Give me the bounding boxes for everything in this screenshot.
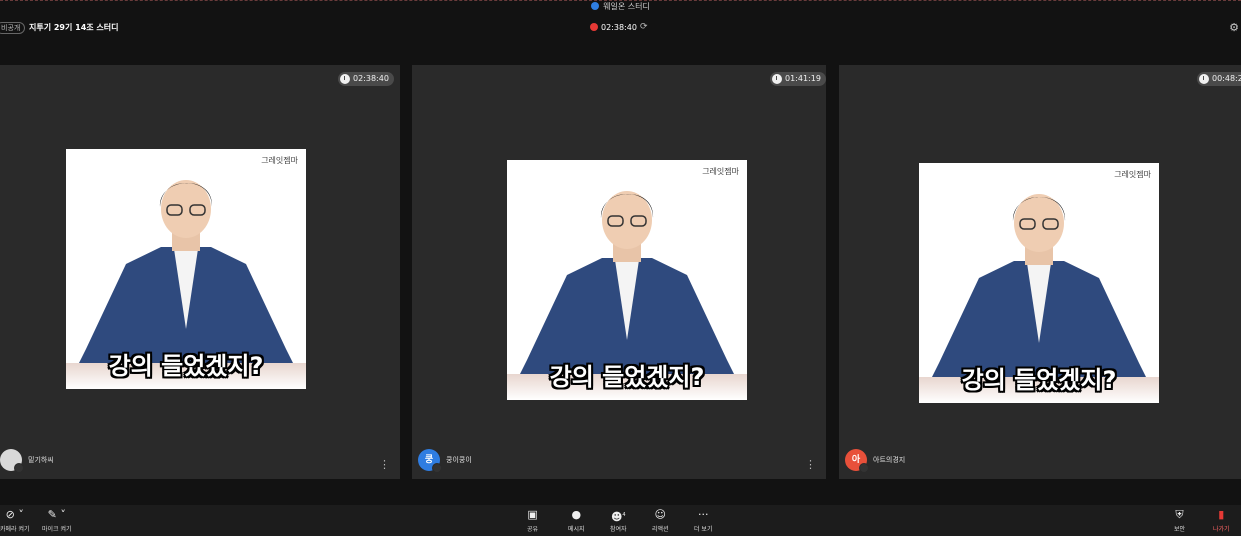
participant-photo: 그레잇젬마 강의 들었겠지?: [507, 160, 747, 400]
reaction-button[interactable]: ☺ 리액션: [652, 508, 669, 533]
whale-logo-icon: [591, 2, 600, 10]
participant-timer-text: 00:48:24: [1212, 74, 1241, 83]
mic-muted-icon: [859, 463, 869, 473]
participant-name-row: 쿵 쿵이쿵이: [418, 449, 472, 473]
refresh-icon[interactable]: ⟳: [640, 22, 648, 32]
photo-caption: 강의 들었겠지?: [108, 352, 264, 380]
leave-label: 나가기: [1213, 526, 1230, 533]
more-options-icon[interactable]: ⋮: [379, 458, 390, 471]
participant-name-row: 밑기하씨: [0, 449, 54, 473]
participant-photo: 그레잇젬마 강의 들었겠지?: [66, 149, 306, 389]
participants-count: 4: [622, 512, 626, 518]
participant-timer: 01:41:19: [770, 72, 826, 86]
more-options-icon[interactable]: ⋮: [805, 458, 816, 471]
message-label: 메시지: [568, 526, 585, 533]
elapsed-time: 02:38:40: [601, 22, 637, 32]
participant-tile[interactable]: 00:48:24 그레잇젬마 강의 들었겠지? 아 아트의경지: [839, 65, 1241, 479]
avatar-letter: 쿵: [424, 455, 434, 465]
share-button[interactable]: ▣ 공유: [527, 508, 538, 533]
security-label: 보안: [1174, 526, 1186, 533]
clock-icon: [340, 74, 350, 84]
meeting-header: 비공개 지투기 29기 14조 스터디 02:38:40 ⟳ ⚙: [0, 14, 1241, 40]
participant-tile[interactable]: 02:38:40 그레잇젬마 강의 들었겠지? 밑기하씨 ⋮: [0, 65, 400, 479]
ellipsis-icon: ···: [697, 508, 709, 521]
settings-sliders-icon[interactable]: ⚙: [1229, 21, 1239, 34]
share-label: 공유: [527, 526, 539, 533]
mic-off-icon: ✎ ˅: [47, 508, 66, 521]
leave-button[interactable]: ▮ 나가기: [1213, 508, 1230, 533]
clock-icon: [772, 74, 782, 84]
mic-toggle-label: 마이크 켜기: [42, 526, 72, 533]
avatar: 쿵: [418, 449, 442, 473]
smile-icon: ☺: [654, 508, 667, 521]
participants-button[interactable]: ☻4 참여자: [610, 508, 627, 533]
more-button[interactable]: ··· 더 보기: [694, 508, 712, 533]
shield-icon: ⛨: [1175, 508, 1184, 521]
photo-caption: 강의 들었겠지?: [549, 363, 705, 391]
participant-timer-text: 01:41:19: [785, 74, 821, 83]
recording-icon: [590, 23, 598, 31]
clock-icon: [1199, 74, 1209, 84]
message-button[interactable]: ● 메시지: [568, 508, 585, 533]
people-icon: ☻4: [610, 510, 626, 524]
participant-tile[interactable]: 01:41:19 그레잇젬마 강의 들었겠지? 쿵 쿵이쿵이 ⋮: [412, 65, 826, 479]
room-title: 지투기 29기 14조 스터디: [29, 23, 119, 32]
participant-photo: 그레잇젬마 강의 들었겠지?: [919, 163, 1159, 403]
avatar-letter: 아: [851, 455, 861, 465]
avatar: [0, 449, 24, 473]
chat-bubble-icon: ●: [571, 508, 582, 521]
app-title: 웨일온 스터디: [0, 1, 1241, 12]
mic-toggle-button[interactable]: ✎ ˅ 마이크 켜기: [42, 508, 72, 533]
share-screen-icon: ▣: [527, 508, 538, 521]
mic-muted-icon: [432, 463, 442, 473]
participant-timer: 00:48:24: [1197, 72, 1241, 86]
participant-name-row: 아 아트의경지: [845, 449, 906, 473]
more-label: 더 보기: [694, 526, 713, 533]
participant-name: 아트의경지: [873, 456, 906, 464]
participants-label: 참여자: [610, 526, 627, 533]
reaction-label: 리액션: [652, 526, 669, 533]
exit-door-icon: ▮: [1218, 508, 1225, 521]
camera-toggle-label: 카메라 켜기: [0, 526, 30, 533]
mic-muted-icon: [14, 463, 24, 473]
participant-name: 밑기하씨: [28, 456, 54, 464]
camera-toggle-button[interactable]: ⊘ ˅ 카메라 켜기: [0, 508, 30, 533]
app-title-text: 웨일온 스터디: [603, 2, 650, 11]
participant-name: 쿵이쿵이: [446, 456, 472, 464]
participant-timer-text: 02:38:40: [353, 74, 389, 83]
elapsed-timer: 02:38:40 ⟳: [590, 22, 647, 32]
participant-timer: 02:38:40: [338, 72, 394, 86]
camera-off-icon: ⊘ ˅: [5, 508, 24, 521]
photo-caption: 강의 들었겠지?: [961, 366, 1117, 394]
private-badge: 비공개: [0, 22, 26, 34]
security-button[interactable]: ⛨ 보안: [1174, 508, 1185, 533]
meeting-toolbar: ⊘ ˅ 카메라 켜기 ✎ ˅ 마이크 켜기 ▣ 공유 ● 메시지 ☻4 참여자 …: [0, 505, 1241, 536]
avatar: 아: [845, 449, 869, 473]
